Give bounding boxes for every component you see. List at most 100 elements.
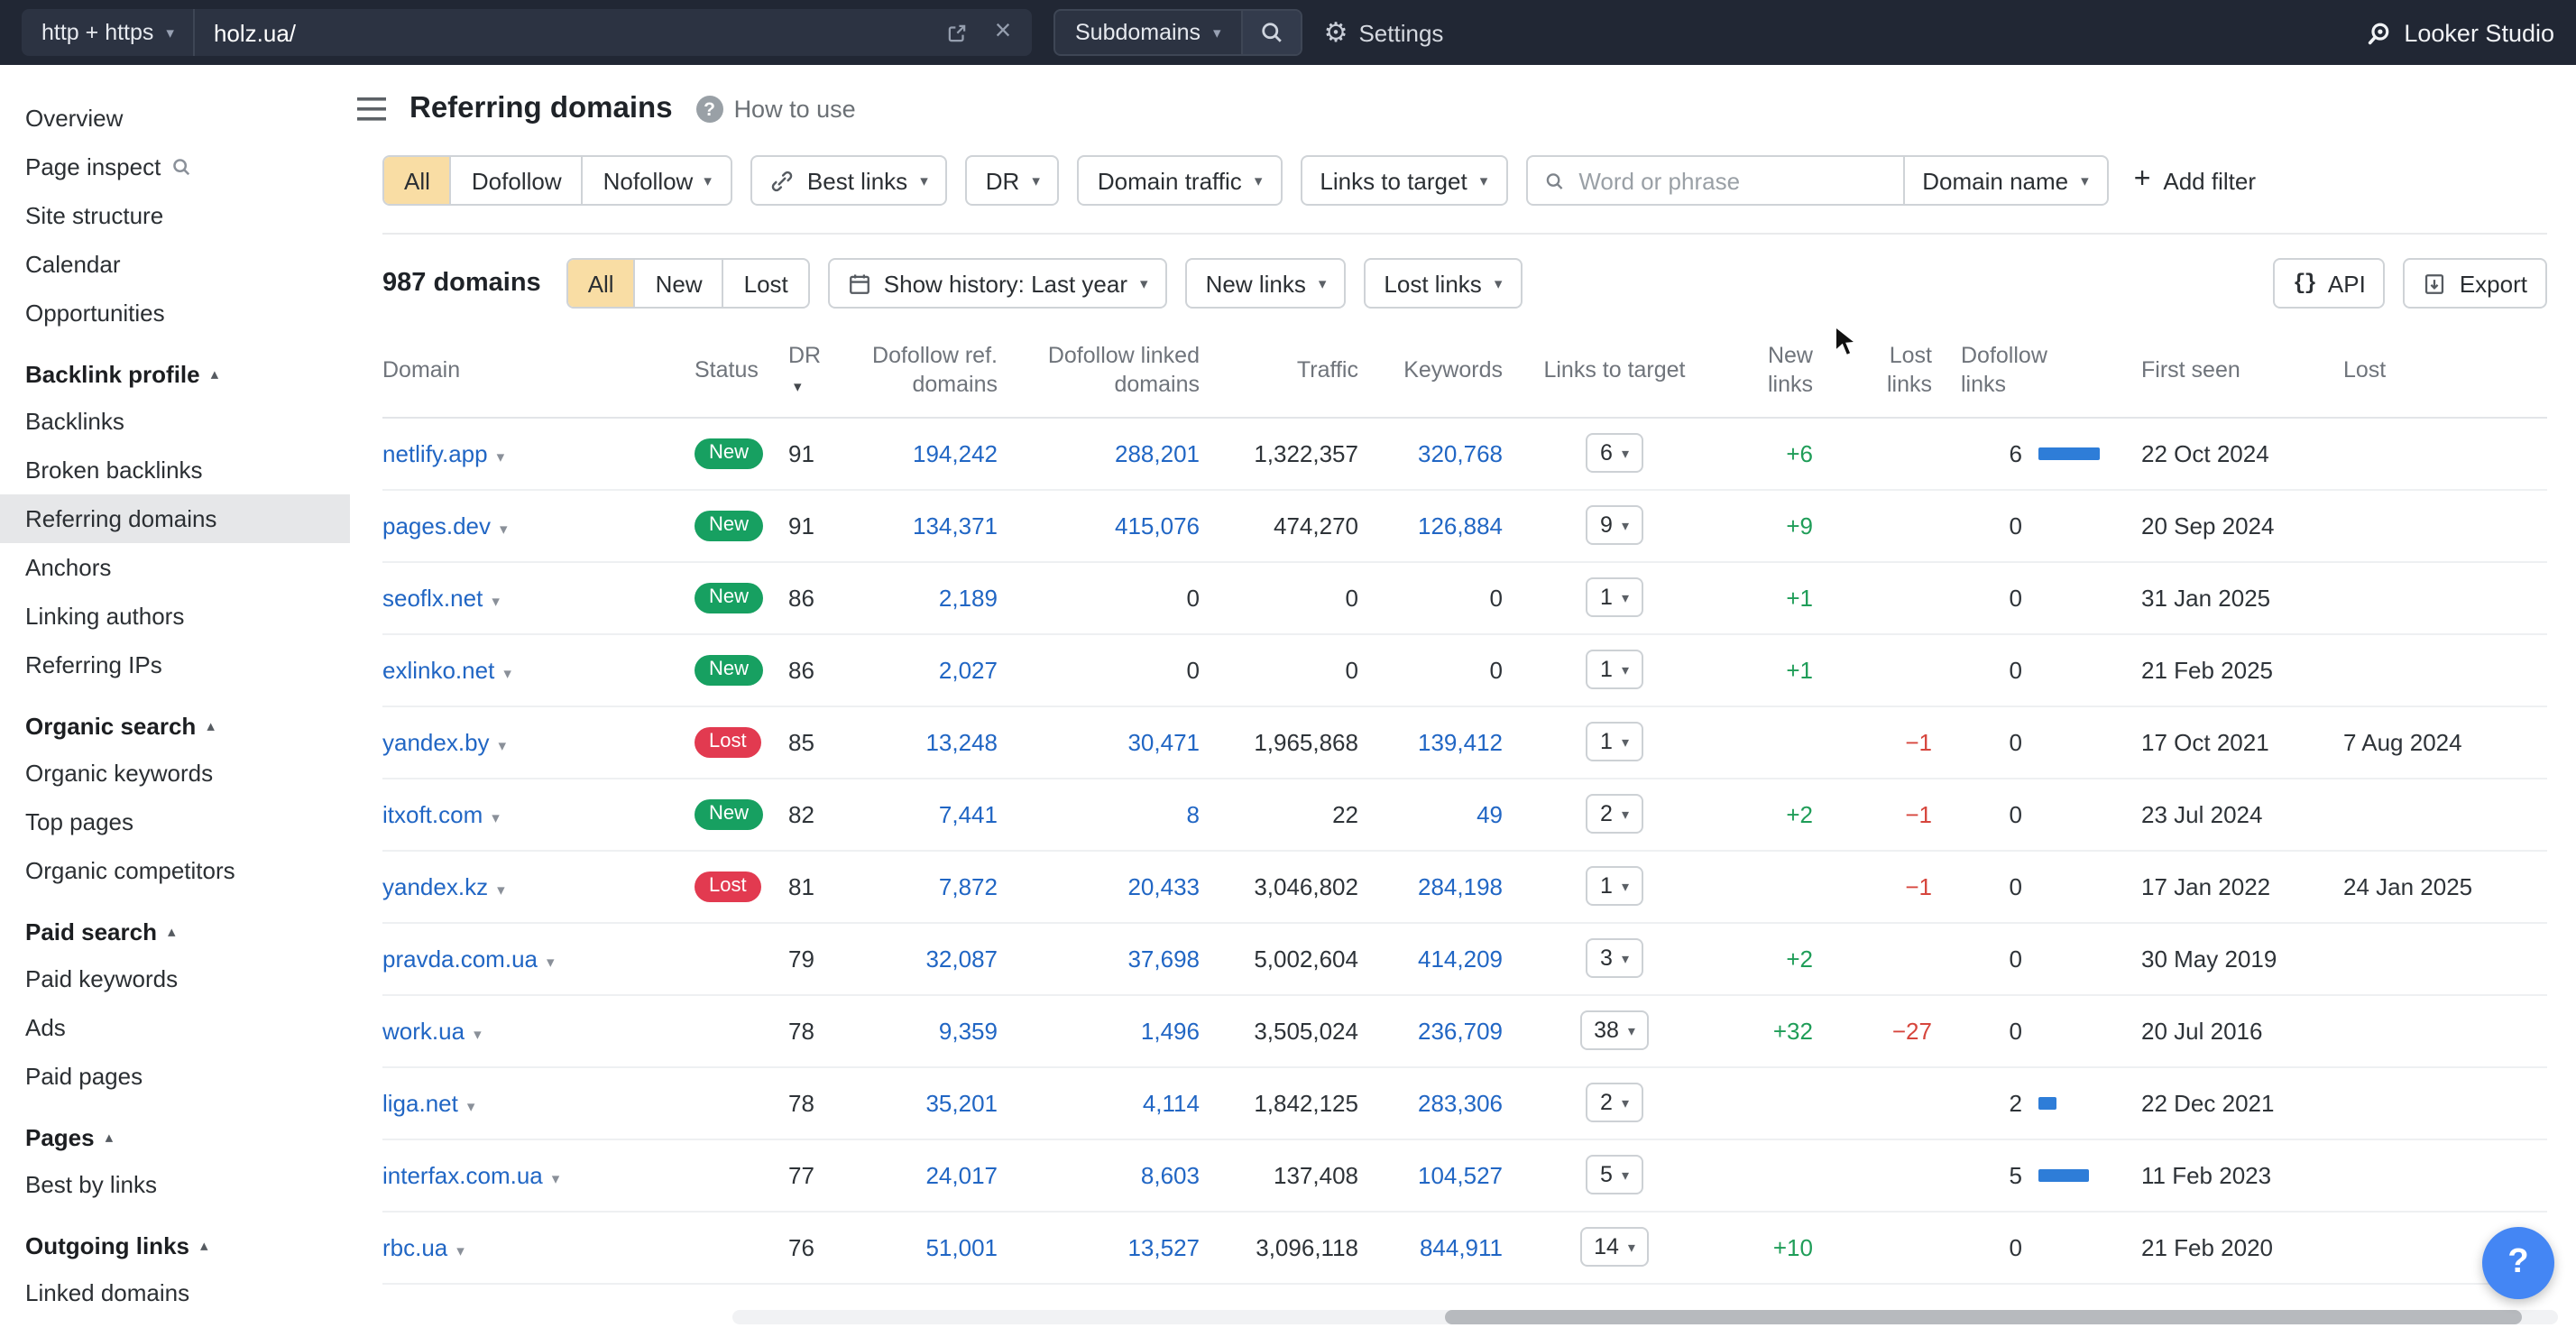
domain-caret-icon[interactable]: ▾ — [456, 1240, 465, 1259]
sidebar-item-organic-keywords[interactable]: Organic keywords — [0, 749, 350, 798]
dofollow-ref-domains-link[interactable]: 2,189 — [939, 584, 998, 611]
column-header-first-seen[interactable]: First seen — [2127, 330, 2329, 417]
sidebar-item-page-inspect[interactable]: Page inspect — [0, 143, 350, 191]
scrollbar-thumb[interactable] — [1444, 1310, 2521, 1324]
keywords-link[interactable]: 284,198 — [1418, 872, 1503, 899]
domain-link[interactable]: itxoft.com — [382, 800, 483, 827]
links-to-target-dropdown[interactable]: 1▾ — [1586, 650, 1643, 689]
target-url-input[interactable] — [196, 9, 934, 56]
word-or-phrase-input[interactable] — [1575, 165, 1886, 196]
dofollow-ref-domains-link[interactable]: 7,441 — [939, 800, 998, 827]
search-button[interactable] — [1241, 11, 1301, 54]
keywords-link[interactable]: 126,884 — [1418, 512, 1503, 539]
dofollow-ref-domains-link[interactable]: 35,201 — [925, 1089, 998, 1116]
column-header-dr[interactable]: DR▾ — [774, 330, 846, 417]
new-links-link[interactable]: +10 — [1773, 1233, 1813, 1260]
looker-studio-brand[interactable]: Looker Studio — [2364, 19, 2554, 46]
links-to-target-filter-button[interactable]: Links to target ▾ — [1300, 155, 1507, 206]
links-to-target-dropdown[interactable]: 14▾ — [1579, 1227, 1650, 1267]
dofollow-ref-domains-link[interactable]: 51,001 — [925, 1233, 998, 1260]
sidebar-section-header-pages[interactable]: Pages▴ — [0, 1101, 350, 1160]
keywords-link[interactable]: 320,768 — [1418, 439, 1503, 466]
sidebar-section-header-paid-search[interactable]: Paid search▴ — [0, 895, 350, 954]
protocol-dropdown[interactable]: http + https ▾ — [22, 9, 196, 56]
dofollow-ref-domains-link[interactable]: 24,017 — [925, 1161, 998, 1188]
sidebar-item-calendar[interactable]: Calendar — [0, 240, 350, 289]
sidebar-item-paid-keywords[interactable]: Paid keywords — [0, 954, 350, 1003]
sidebar-item-site-structure[interactable]: Site structure — [0, 191, 350, 240]
sidebar-item-anchors[interactable]: Anchors — [0, 543, 350, 592]
how-to-use-link[interactable]: ? How to use — [696, 96, 856, 123]
domain-caret-icon[interactable]: ▾ — [497, 880, 505, 898]
sidebar-item-paid-pages[interactable]: Paid pages — [0, 1052, 350, 1101]
lost-links-dropdown[interactable]: Lost links ▾ — [1364, 258, 1522, 309]
links-to-target-dropdown[interactable]: 1▾ — [1586, 577, 1643, 617]
sidebar-item-linking-authors[interactable]: Linking authors — [0, 592, 350, 641]
sidebar-item-top-pages[interactable]: Top pages — [0, 798, 350, 846]
new-links-link[interactable]: +9 — [1786, 512, 1813, 539]
links-to-target-dropdown[interactable]: 1▾ — [1586, 866, 1643, 906]
domain-link[interactable]: work.ua — [382, 1017, 465, 1044]
domain-link[interactable]: yandex.by — [382, 728, 490, 755]
open-external-icon[interactable] — [934, 11, 978, 54]
settings-button[interactable]: ⚙ Settings — [1324, 19, 1444, 46]
segment-all[interactable]: All — [384, 157, 450, 204]
links-to-target-dropdown[interactable]: 2▾ — [1586, 794, 1643, 834]
domain-caret-icon[interactable]: ▾ — [467, 1096, 475, 1114]
sidebar-section-header-backlink-profile[interactable]: Backlink profile▴ — [0, 337, 350, 397]
dofollow-ref-domains-link[interactable]: 9,359 — [939, 1017, 998, 1044]
column-header-lost[interactable]: Lost — [2329, 330, 2547, 417]
column-header-lost-links[interactable]: Lost links — [1827, 330, 1946, 417]
clear-input-icon[interactable]: × — [981, 11, 1025, 54]
dofollow-linked-domains-link[interactable]: 8,603 — [1141, 1161, 1200, 1188]
export-button[interactable]: Export — [2404, 258, 2547, 309]
segment-status-new[interactable]: New — [634, 260, 722, 307]
dofollow-linked-domains-link[interactable]: 13,527 — [1127, 1233, 1200, 1260]
domain-caret-icon[interactable]: ▾ — [492, 591, 500, 609]
dofollow-ref-domains-link[interactable]: 13,248 — [925, 728, 998, 755]
dofollow-linked-domains-link[interactable]: 1,496 — [1141, 1017, 1200, 1044]
column-header-status[interactable]: Status — [680, 330, 774, 417]
dofollow-ref-domains-link[interactable]: 134,371 — [913, 512, 998, 539]
keywords-link[interactable]: 104,527 — [1418, 1161, 1503, 1188]
links-to-target-dropdown[interactable]: 6▾ — [1586, 433, 1643, 473]
dofollow-ref-domains-link[interactable]: 32,087 — [925, 945, 998, 972]
new-links-link[interactable]: +2 — [1786, 945, 1813, 972]
show-history-dropdown[interactable]: Show history: Last year ▾ — [828, 258, 1168, 309]
links-to-target-dropdown[interactable]: 2▾ — [1586, 1083, 1643, 1122]
domain-caret-icon[interactable]: ▾ — [492, 807, 500, 825]
segment-status-all[interactable]: All — [568, 260, 634, 307]
domain-caret-icon[interactable]: ▾ — [499, 735, 507, 753]
dofollow-linked-domains-link[interactable]: 288,201 — [1115, 439, 1200, 466]
keywords-link[interactable]: 49 — [1477, 800, 1503, 827]
keywords-link[interactable]: 414,209 — [1418, 945, 1503, 972]
new-links-link[interactable]: +32 — [1773, 1017, 1813, 1044]
lost-links-link[interactable]: −27 — [1892, 1017, 1932, 1044]
sidebar-item-broken-backlinks[interactable]: Broken backlinks — [0, 446, 350, 494]
dofollow-linked-domains-link[interactable]: 37,698 — [1127, 945, 1200, 972]
keywords-link[interactable]: 236,709 — [1418, 1017, 1503, 1044]
sidebar-item-ads[interactable]: Ads — [0, 1003, 350, 1052]
new-links-link[interactable]: +1 — [1786, 656, 1813, 683]
column-header-domain[interactable]: Domain — [382, 330, 680, 417]
keywords-link[interactable]: 844,911 — [1420, 1233, 1503, 1260]
new-links-link[interactable]: +6 — [1786, 439, 1813, 466]
help-fab-button[interactable]: ? — [2482, 1227, 2554, 1299]
sidebar-item-referring-ips[interactable]: Referring IPs — [0, 641, 350, 689]
segment-dofollow[interactable]: Dofollow — [450, 157, 582, 204]
links-to-target-dropdown[interactable]: 5▾ — [1586, 1155, 1643, 1194]
column-header-dofollow-ref-domains[interactable]: Dofollow ref. domains — [846, 330, 1012, 417]
dofollow-ref-domains-link[interactable]: 7,872 — [939, 872, 998, 899]
column-header-dofollow-links[interactable]: Dofollow links — [1946, 330, 2127, 417]
links-to-target-dropdown[interactable]: 38▾ — [1579, 1010, 1650, 1050]
domain-caret-icon[interactable]: ▾ — [474, 1024, 482, 1042]
links-to-target-dropdown[interactable]: 1▾ — [1586, 722, 1643, 761]
dofollow-linked-domains-link[interactable]: 4,114 — [1143, 1089, 1200, 1116]
dr-filter-button[interactable]: DR ▾ — [966, 155, 1060, 206]
best-links-filter-button[interactable]: Best links ▾ — [751, 155, 948, 206]
dofollow-linked-domains-link[interactable]: 8 — [1187, 800, 1200, 827]
lost-links-link[interactable]: −1 — [1905, 872, 1932, 899]
column-header-new-links[interactable]: New links — [1712, 330, 1827, 417]
dofollow-ref-domains-link[interactable]: 194,242 — [913, 439, 998, 466]
sidebar-item-organic-competitors[interactable]: Organic competitors — [0, 846, 350, 895]
